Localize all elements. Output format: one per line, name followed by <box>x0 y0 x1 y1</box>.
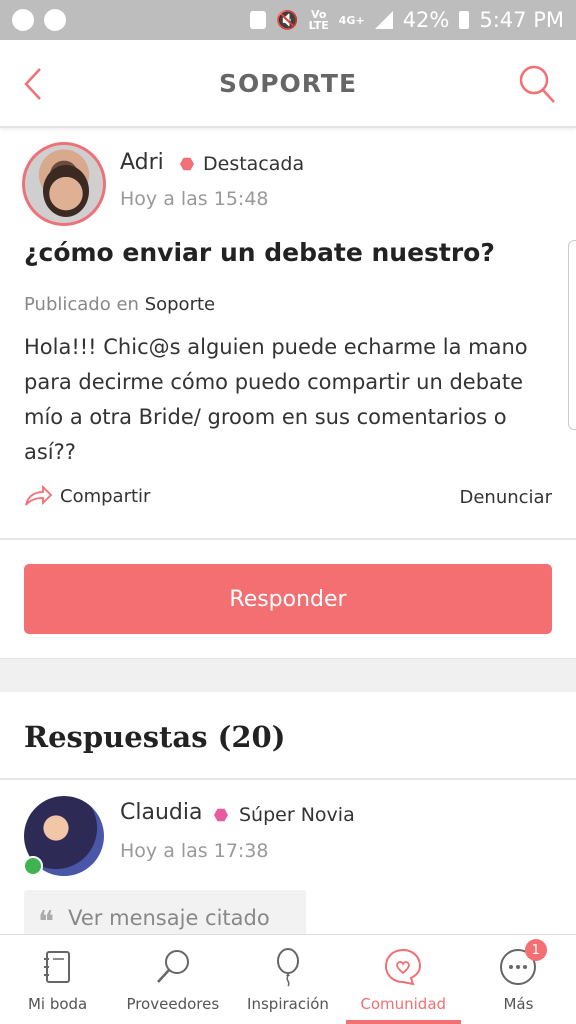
author-avatar[interactable] <box>22 142 106 226</box>
section-separator <box>0 658 576 692</box>
volte-indicator: Vo LTE <box>308 8 329 32</box>
reply-author-name[interactable]: Claudia <box>120 800 202 825</box>
published-in: Publicado en Soporte <box>24 294 216 315</box>
bottom-navigation: Mi boda Proveedores Inspiración Comunida… <box>0 934 576 1024</box>
hexagon-badge-icon <box>214 808 228 822</box>
data-indicator: 4G+ <box>338 13 365 27</box>
location-chat-icon <box>44 9 66 31</box>
nav-item-mas[interactable]: 1 Más <box>461 935 576 1024</box>
notebook-icon <box>43 951 70 983</box>
author-badge: Destacada <box>203 153 305 175</box>
mute-icon: 🔇 <box>276 9 299 31</box>
heart-bubble-icon <box>385 948 422 986</box>
search-icon[interactable] <box>518 64 556 104</box>
share-button[interactable]: Compartir <box>24 485 150 507</box>
online-status-dot <box>23 856 43 876</box>
messenger-icon <box>12 9 34 31</box>
post-time: Hoy a las 15:48 <box>120 188 269 210</box>
search-icon <box>156 950 189 983</box>
battery-icon <box>459 11 470 29</box>
share-arrow-icon <box>25 485 52 506</box>
clock: 5:47 PM <box>479 8 564 32</box>
post-title: ¿cómo enviar un debate nuestro? <box>24 238 495 267</box>
category-link[interactable]: Soporte <box>145 294 215 315</box>
notification-badge: 1 <box>524 939 547 961</box>
battery-percent: 42% <box>402 8 450 32</box>
lock-icon <box>250 11 267 29</box>
signal-icon <box>374 11 393 29</box>
report-link[interactable]: Denunciar <box>460 487 553 508</box>
page-title: SOPORTE <box>218 68 358 98</box>
back-arrow-icon[interactable] <box>18 66 48 102</box>
divider <box>0 778 576 780</box>
app-header: SOPORTE <box>0 40 576 128</box>
nav-item-inspiracion[interactable]: Inspiración <box>230 935 345 1024</box>
balloon-icon <box>277 948 299 987</box>
nav-item-proveedores[interactable]: Proveedores <box>115 935 230 1024</box>
nav-item-comunidad[interactable]: Comunidad <box>345 935 462 1024</box>
hexagon-badge-icon <box>180 157 194 171</box>
answers-heading: Respuestas (20) <box>24 720 286 754</box>
view-quote-label: Ver mensaje citado <box>68 906 270 930</box>
reply-button[interactable]: Responder <box>24 564 552 634</box>
reply-time: Hoy a las 17:38 <box>120 840 269 862</box>
status-bar: 🔇 Vo LTE 4G+ 42% 5:47 PM <box>0 0 576 40</box>
divider <box>0 538 576 540</box>
reply-author-badge: Súper Novia <box>239 804 355 826</box>
scroll-indicator[interactable] <box>568 240 576 430</box>
post-body: Hola!!! Chic@s alguien puede echarme la … <box>24 335 528 464</box>
nav-item-mi-boda[interactable]: Mi boda <box>0 935 115 1024</box>
author-name[interactable]: Adri <box>120 150 164 175</box>
